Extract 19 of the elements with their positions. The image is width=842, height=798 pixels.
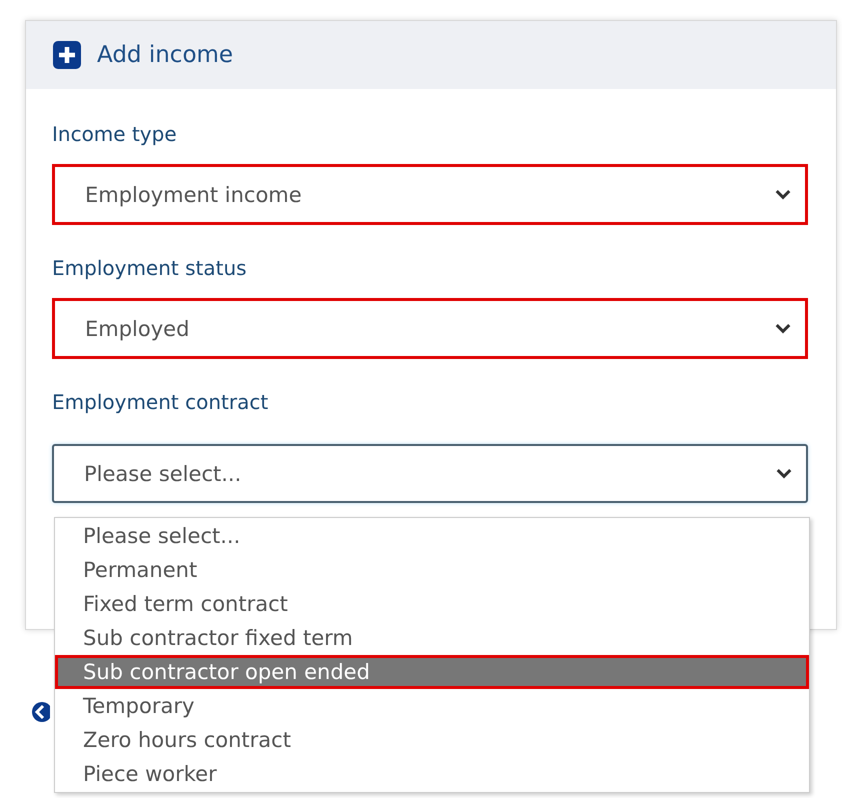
dropdown-option[interactable]: Temporary — [55, 689, 809, 723]
chevron-down-icon — [775, 323, 791, 334]
chevron-down-icon — [776, 468, 792, 479]
field-label: Employment status — [52, 255, 248, 281]
select-field[interactable]: Employment income — [52, 164, 808, 225]
field-label: Employment contract — [52, 389, 270, 415]
dropdown-option[interactable]: Please select... — [55, 519, 809, 553]
dropdown-option[interactable]: Fixed term contract — [55, 587, 809, 621]
dropdown-option[interactable]: Sub contractor fixed term — [55, 621, 809, 655]
dropdown-option[interactable]: Permanent — [55, 553, 809, 587]
dropdown-option[interactable]: Piece worker — [55, 757, 809, 791]
select-field[interactable]: Please select... — [52, 444, 808, 503]
plus-icon[interactable] — [53, 41, 81, 69]
field-label: Income type — [52, 121, 178, 147]
panel-title[interactable]: Add income — [97, 42, 234, 68]
chevron-down-icon — [775, 189, 791, 200]
select-field[interactable]: Employed — [52, 298, 808, 359]
dropdown-option[interactable]: Zero hours contract — [55, 723, 809, 757]
dropdown-option[interactable]: Sub contractor open ended — [55, 655, 809, 689]
